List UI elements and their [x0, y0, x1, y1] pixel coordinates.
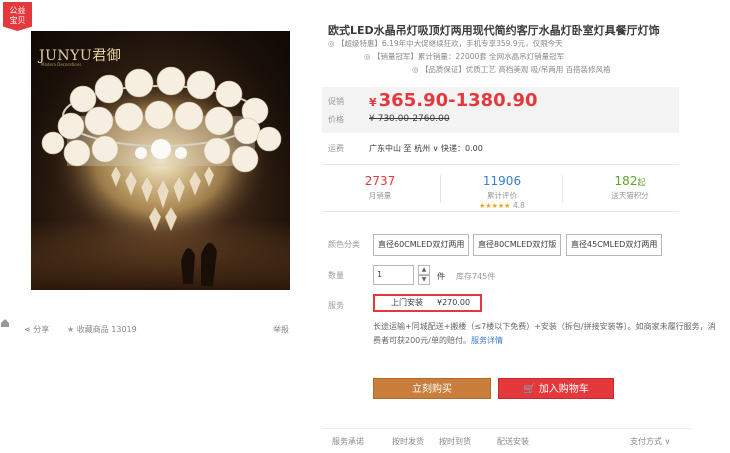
charity-badge: 公益 宝贝 — [3, 2, 32, 31]
payment-methods-dropdown[interactable]: 支付方式 ∨ — [630, 436, 670, 447]
sku-option-2[interactable]: 直径80CMLED双灯版 — [473, 234, 562, 256]
service-promise-label: 服务承诺 — [332, 437, 364, 446]
installation-service-option[interactable]: 上门安装 ¥270.00 — [373, 294, 482, 312]
badge-line2: 宝贝 — [9, 16, 26, 25]
review-count[interactable]: 11906 累计评价 ★★★★★ 4.8 — [452, 174, 552, 210]
share-icon: ⋖ — [24, 325, 34, 334]
share-button[interactable]: ⋖ 分享 — [24, 324, 49, 335]
badge-line1: 公益 — [9, 6, 26, 15]
service-details-link[interactable]: 服务详情 — [471, 336, 503, 345]
rating-value: 4.8 — [513, 201, 525, 210]
promo-line-1: ◎ 【超级特惠】6.19年中大促继续狂欢，手机专享359.9元，仅限今天 — [328, 39, 563, 48]
color-label: 颜色分类 — [328, 240, 360, 249]
cart-icon: 🛒 — [523, 384, 539, 395]
shipping-label: 运费 — [328, 144, 344, 153]
favorite-button[interactable]: ★ 收藏商品 13019 — [67, 324, 137, 335]
share-label: 分享 — [33, 325, 50, 334]
quantity-label: 数量 — [328, 271, 344, 280]
report-link[interactable]: 举报 — [273, 324, 289, 335]
add-to-cart-button[interactable]: 🛒 加入购物车 — [498, 378, 614, 399]
qty-decrease-button[interactable]: ▼ — [418, 275, 430, 285]
service-description: 长途运输+同城配送+搬楼（≤7楼以下免费）+安装（拆包/拼接安装等）。如商家未履… — [373, 322, 716, 345]
star-icon: ★ — [67, 325, 77, 334]
shipping-destination-select[interactable]: 广东中山 至 杭州 ∨ 快递：0.00 — [369, 143, 483, 154]
sku-option-3[interactable]: 直径45CMLED双灯两用 — [566, 234, 663, 256]
buy-now-button[interactable]: 立刻购买 — [373, 378, 491, 399]
promise-item-2[interactable]: 按时到货 — [439, 436, 471, 447]
service-name: 上门安装 — [391, 298, 423, 307]
promo-price: ¥365.90-1380.90 — [369, 90, 538, 111]
tmall-points: 182起 送天猫积分 — [611, 174, 649, 200]
promo-line-3: ◎ 【品质保证】优质工艺 高档美观 吸/吊两用 百搭装修风格 — [412, 65, 611, 74]
service-price: ¥270.00 — [437, 298, 471, 307]
promo-line-2: ◎ 【销量冠军】累计销量：22000套 全网水晶吊灯销量冠军 — [364, 52, 565, 61]
price-box: 促销 ¥365.90-1380.90 价格 ¥ 730.00-2760.00 — [322, 87, 679, 133]
stats-bar: 2737 月销量 11906 累计评价 ★★★★★ 4.8 182起 送天猫积分 — [322, 164, 679, 212]
product-title: 欧式LED水晶吊灯吸顶灯两用现代简约客厅水晶灯卧室灯具餐厅灯饰 — [328, 24, 660, 37]
service-promise-bar: 服务承诺 按时发货 按时到货 配送安装 支付方式 ∨ — [322, 428, 692, 448]
product-image[interactable]: JUNYU君御 Modern Decorations — [31, 31, 290, 290]
promise-item-1[interactable]: 按时发货 — [392, 436, 424, 447]
promise-item-3[interactable]: 配送安装 — [497, 436, 529, 447]
qty-increase-button[interactable]: ▲ — [418, 265, 430, 275]
promo-price-label: 促销 — [328, 97, 344, 106]
original-price: ¥ 730.00-2760.00 — [369, 114, 450, 124]
service-label: 服务 — [328, 301, 344, 310]
quantity-unit: 件 — [437, 272, 445, 281]
quantity-input[interactable]: 1 — [373, 265, 414, 285]
monthly-sales: 2737 月销量 — [364, 174, 396, 200]
sku-option-1[interactable]: 直径60CMLED双灯两用 — [373, 234, 470, 256]
favorite-label: 收藏商品 13019 — [76, 325, 137, 334]
rating-stars: ★★★★★ — [479, 202, 511, 210]
chandelier-illustration — [31, 66, 290, 290]
home-icon[interactable] — [0, 318, 12, 348]
original-price-label: 价格 — [328, 115, 344, 124]
stock-count: 库存745件 — [456, 272, 496, 281]
